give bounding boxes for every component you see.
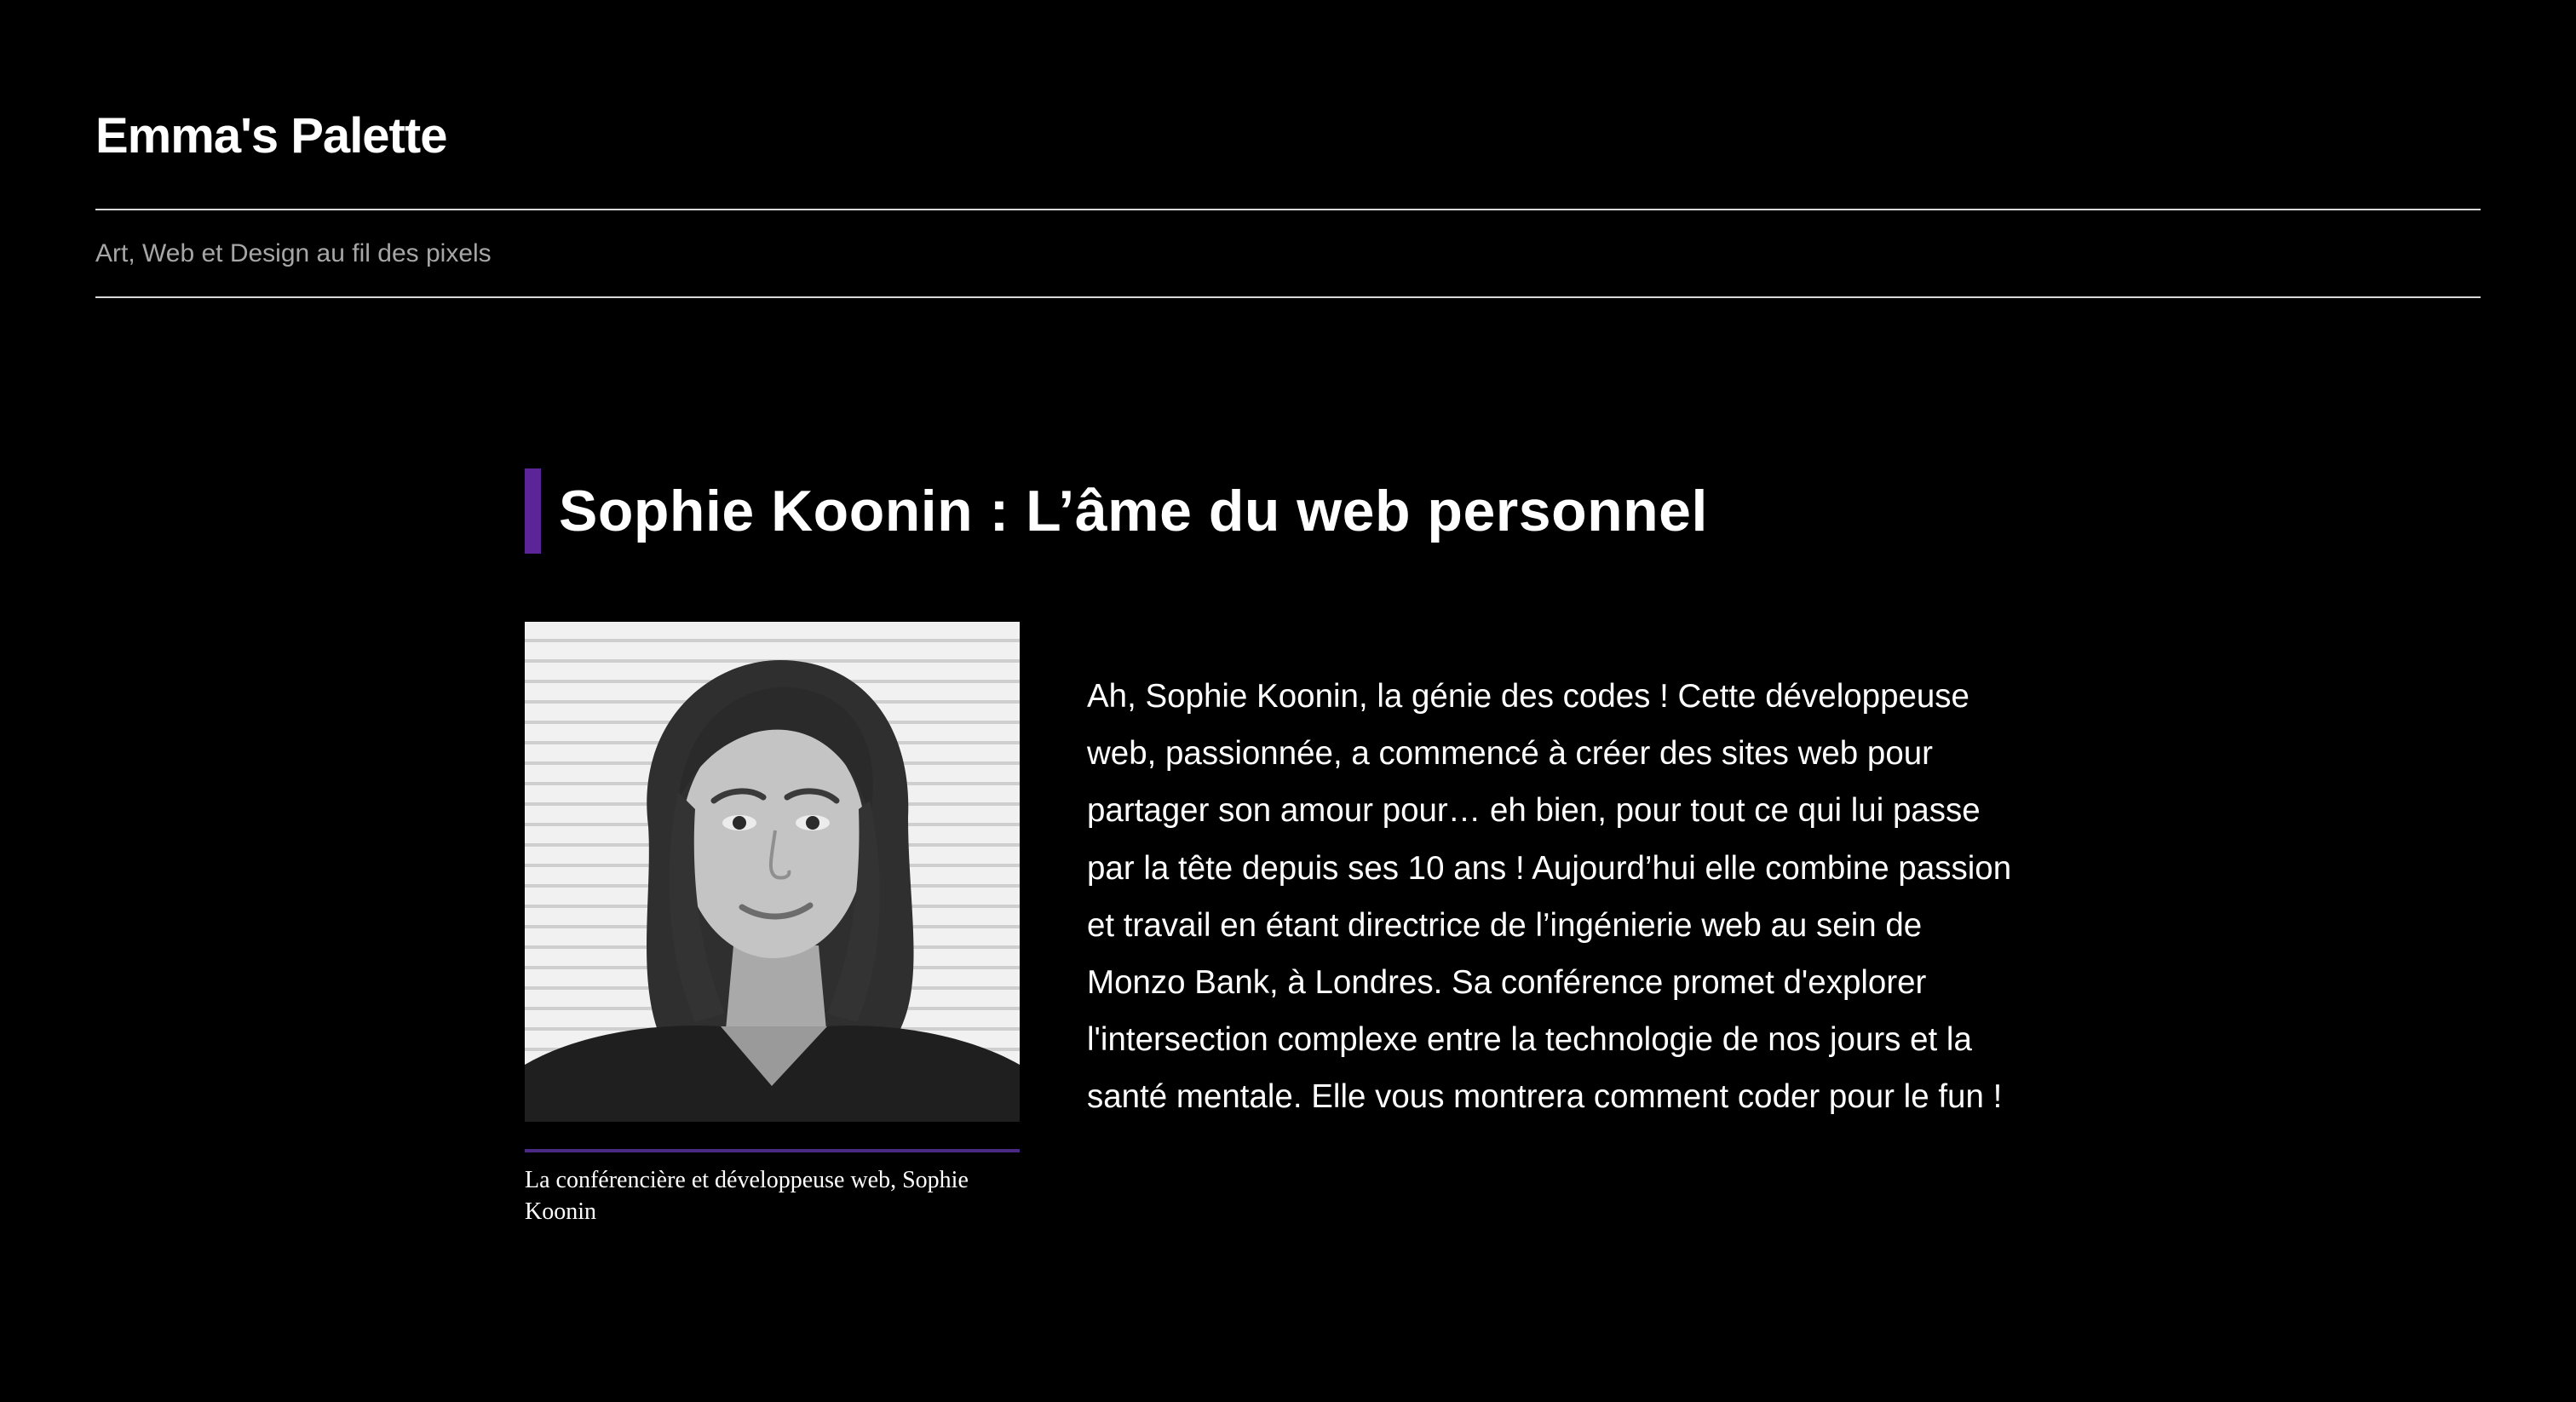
body-line: par la tête depuis ses 10 ans ! Aujourd’… xyxy=(1087,849,2012,887)
header-divider-bottom xyxy=(95,296,2481,298)
body-line: santé mentale. Elle vous montrera commen… xyxy=(1087,1078,2003,1116)
article-body: Ah, Sophie Koonin, la génie des codes ! … xyxy=(1087,668,2058,1126)
caption-divider xyxy=(525,1149,1020,1152)
body-line: l'intersection complexe entre la technol… xyxy=(1087,1021,1972,1059)
site-title[interactable]: Emma's Palette xyxy=(95,104,447,169)
body-line: web, passionnée, a commencé à créer des … xyxy=(1087,735,1933,773)
speaker-portrait xyxy=(525,622,1020,1122)
article-title: Sophie Koonin : L’âme du web personnel xyxy=(559,479,1708,543)
body-line: Ah, Sophie Koonin, la génie des codes ! … xyxy=(1087,678,1969,715)
heading-accent-bar xyxy=(525,468,541,554)
portrait-illustration xyxy=(525,660,1020,1122)
header-divider-top xyxy=(95,209,2481,210)
figure-caption: La conférencière et développeuse web, So… xyxy=(525,1167,969,1225)
body-line: partager son amour pour… eh bien, pour t… xyxy=(1087,792,1981,830)
site-tagline: Art, Web et Design au fil des pixels xyxy=(95,239,492,267)
body-line: et travail en étant directrice de l’ingé… xyxy=(1087,906,1923,944)
speaker-figure: La conférencière et développeuse web, So… xyxy=(525,622,1020,1227)
body-line: Monzo Bank, à Londres. Sa conférence pro… xyxy=(1087,964,1927,1002)
